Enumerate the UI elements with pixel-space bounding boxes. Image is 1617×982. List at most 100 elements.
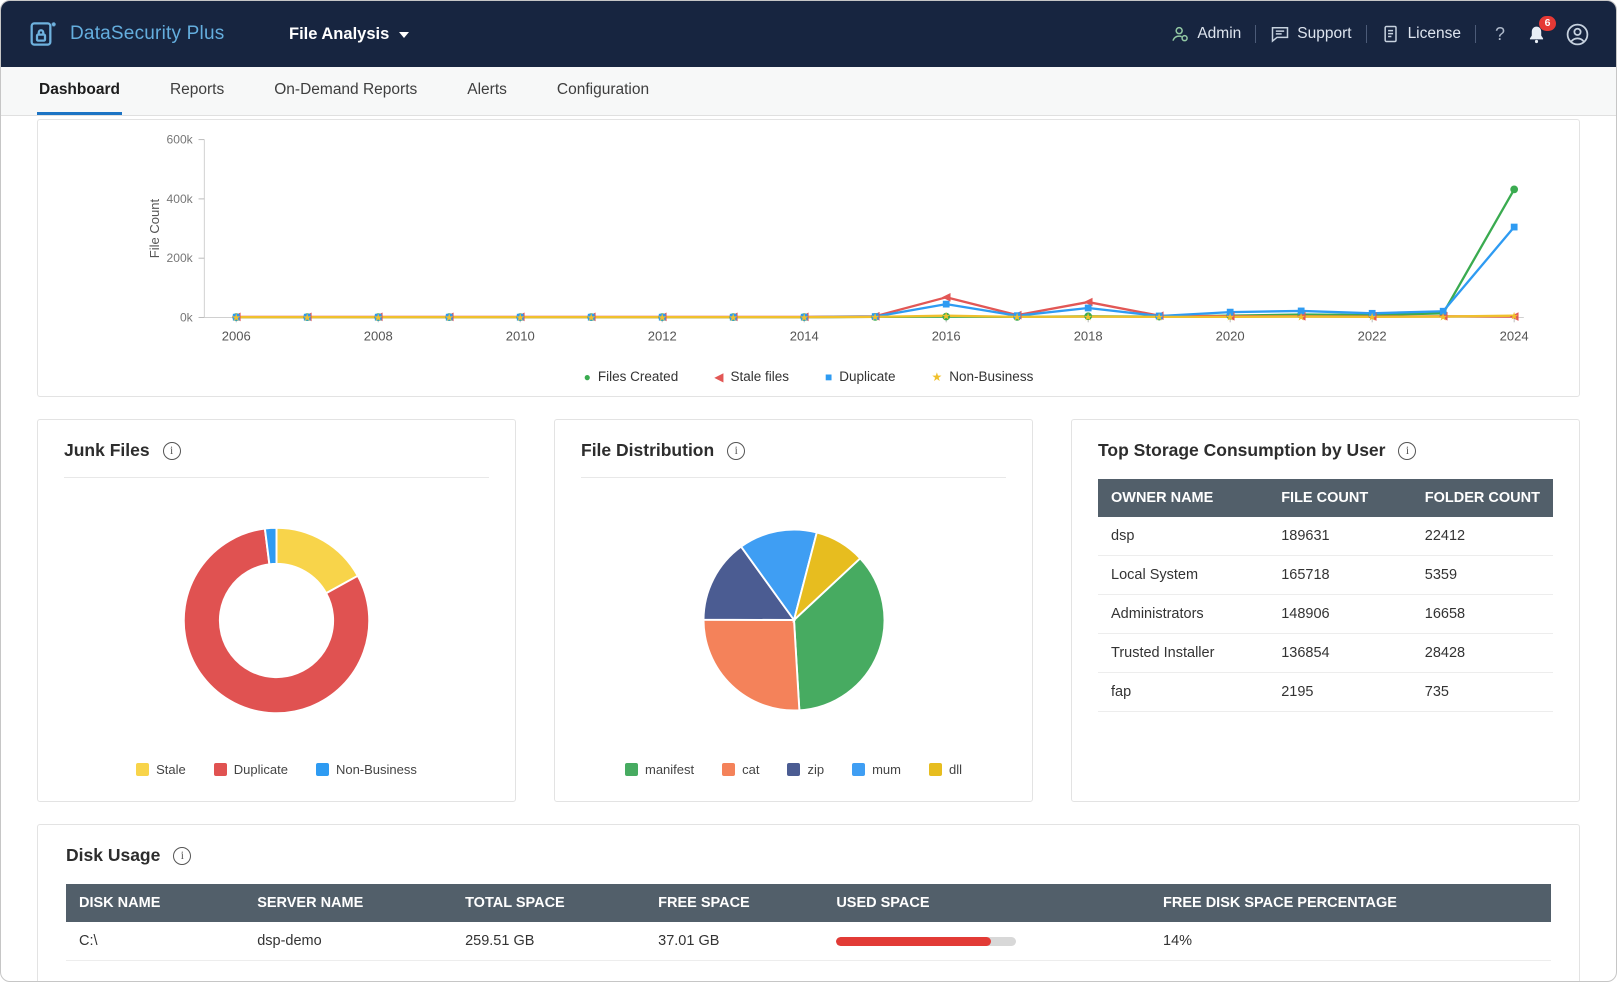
- table-row: fap 2195 735: [1098, 672, 1553, 712]
- legend-item[interactable]: mum: [852, 762, 901, 777]
- legend-label: cat: [742, 762, 760, 777]
- app-logo-icon: [27, 18, 59, 50]
- svg-text:★: ★: [941, 311, 951, 323]
- tab-bar: Dashboard Reports On-Demand Reports Alerts C…: [1, 67, 1616, 116]
- divider: [1255, 25, 1257, 43]
- file-distribution-panel: File Distribution manifest cat zip mum dll: [554, 419, 1033, 802]
- info-icon[interactable]: [162, 441, 181, 460]
- legend-item[interactable]: Duplicate: [213, 762, 288, 777]
- table-cell: 16658: [1411, 594, 1553, 634]
- top-storage-table-body: dsp 189631 22412 Local System 165718 5359 Admi…: [1098, 517, 1553, 712]
- column-header: OWNER NAME: [1098, 479, 1269, 517]
- legend-item[interactable]: ● Files Created: [584, 369, 679, 384]
- table-cell: fap: [1098, 672, 1269, 712]
- svg-text:2010: 2010: [506, 329, 535, 344]
- legend-label: Non-Business: [335, 762, 417, 777]
- module-label: File Analysis: [289, 24, 390, 43]
- admin-menu[interactable]: Admin: [1170, 24, 1241, 44]
- legend-swatch: [315, 763, 329, 776]
- file-trend-panel: 0k 200k 400k 600k File Count 2006 2008 2010 2012…: [37, 119, 1580, 397]
- account-icon[interactable]: [1565, 22, 1590, 47]
- tab-configuration[interactable]: Configuration: [555, 67, 651, 115]
- info-icon[interactable]: [727, 441, 746, 460]
- middle-panels: Junk Files Stale Duplicate Non-Business Fi…: [37, 419, 1580, 802]
- divider: [1475, 25, 1476, 43]
- svg-text:★: ★: [728, 312, 738, 324]
- disk-usage-panel: Disk Usage DISK NAMESERVER NAMETOTAL SPA…: [37, 824, 1580, 981]
- support-label: Support: [1297, 25, 1352, 42]
- module-selector[interactable]: File Analysis: [289, 24, 410, 44]
- table-cell: 5359: [1411, 555, 1553, 595]
- tab-reports[interactable]: Reports: [168, 67, 226, 115]
- chat-bubble-icon: [1270, 24, 1290, 44]
- disk-usage-table-body: C:\ dsp-demo 259.51 GB 37.01 GB 14%: [66, 922, 1551, 961]
- help-icon[interactable]: [1490, 24, 1510, 44]
- table-cell: 2195: [1268, 672, 1412, 712]
- table-cell: 28428: [1411, 633, 1553, 673]
- notifications-button[interactable]: 6: [1526, 15, 1556, 45]
- divider: [1365, 25, 1367, 43]
- junk-files-legend: Stale Duplicate Non-Business: [64, 762, 489, 781]
- table-row: dsp 189631 22412: [1098, 517, 1553, 556]
- legend-label: Files Created: [597, 369, 679, 384]
- app-window: DataSecurity Plus File Analysis Admin Su…: [0, 0, 1617, 982]
- svg-text:★: ★: [799, 312, 809, 324]
- free-percent-cell: 14%: [1150, 922, 1551, 961]
- file-trend-chart: 0k 200k 400k 600k File Count 2006 2008 2010 2012…: [147, 132, 1529, 344]
- legend-item[interactable]: zip: [787, 762, 824, 777]
- svg-text:★: ★: [1225, 312, 1235, 324]
- info-icon[interactable]: [173, 846, 192, 865]
- top-storage-table: OWNER NAME FILE COUNT FOLDER COUNT dsp 1896…: [1098, 479, 1553, 712]
- junk-files-panel: Junk Files Stale Duplicate Non-Business: [37, 419, 516, 802]
- legend-label: Duplicate: [233, 762, 288, 777]
- legend-item[interactable]: manifest: [624, 762, 694, 777]
- top-storage-panel: Top Storage Consumption by User OWNER NA…: [1071, 419, 1580, 802]
- svg-text:★: ★: [1367, 312, 1377, 324]
- legend-label: mum: [872, 762, 901, 777]
- legend-item[interactable]: ◀ Stale files: [714, 369, 789, 384]
- license-document-icon: [1381, 24, 1401, 44]
- svg-text:2008: 2008: [364, 329, 393, 344]
- svg-text:★: ★: [1154, 312, 1164, 324]
- svg-text:2018: 2018: [1074, 329, 1103, 344]
- table-cell: Trusted Installer: [1098, 633, 1269, 673]
- dashboard-content: 0k 200k 400k 600k File Count 2006 2008 2010 2012…: [1, 116, 1616, 981]
- svg-text:★: ★: [1012, 312, 1022, 324]
- legend-label: zip: [807, 762, 825, 777]
- table-cell: dsp: [1098, 517, 1269, 556]
- table-row: Trusted Installer 136854 28428: [1098, 633, 1553, 673]
- svg-text:★: ★: [373, 312, 383, 324]
- brand[interactable]: DataSecurity Plus: [27, 18, 253, 50]
- square-marker-icon: ■: [824, 369, 833, 384]
- svg-text:★: ★: [231, 312, 241, 324]
- svg-text:2012: 2012: [648, 329, 677, 344]
- legend-item[interactable]: ■ Duplicate: [825, 369, 896, 384]
- table-cell: Administrators: [1098, 594, 1269, 634]
- column-header: USED SPACE: [823, 884, 1150, 922]
- top-storage-table-head: OWNER NAME FILE COUNT FOLDER COUNT: [1098, 479, 1553, 517]
- legend-label: Duplicate: [839, 369, 896, 384]
- chevron-down-icon: [399, 32, 410, 38]
- svg-text:★: ★: [1083, 311, 1093, 323]
- legend-item[interactable]: ★ Non-Business: [932, 369, 1034, 384]
- info-icon[interactable]: [1398, 441, 1417, 460]
- table-row: C:\ dsp-demo 259.51 GB 37.01 GB 14%: [66, 922, 1551, 961]
- tab-on-demand-reports[interactable]: On-Demand Reports: [272, 67, 419, 115]
- license-menu[interactable]: License: [1381, 24, 1461, 44]
- junk-files-donut: [182, 526, 371, 714]
- used-space-bar: [836, 936, 1017, 946]
- legend-item[interactable]: cat: [722, 762, 759, 777]
- legend-swatch: [928, 763, 942, 776]
- table-cell: dsp-demo: [244, 922, 453, 961]
- legend-label: Stale: [156, 762, 186, 777]
- svg-text:2006: 2006: [222, 329, 251, 344]
- legend-item[interactable]: dll: [928, 762, 962, 777]
- support-menu[interactable]: Support: [1270, 24, 1352, 44]
- legend-item[interactable]: Stale: [136, 762, 186, 777]
- legend-item[interactable]: Non-Business: [315, 762, 417, 777]
- tab-dashboard[interactable]: Dashboard: [37, 67, 122, 115]
- legend-swatch: [722, 763, 736, 776]
- tab-alerts[interactable]: Alerts: [465, 67, 509, 115]
- admin-label: Admin: [1197, 25, 1242, 42]
- svg-text:2022: 2022: [1358, 329, 1387, 344]
